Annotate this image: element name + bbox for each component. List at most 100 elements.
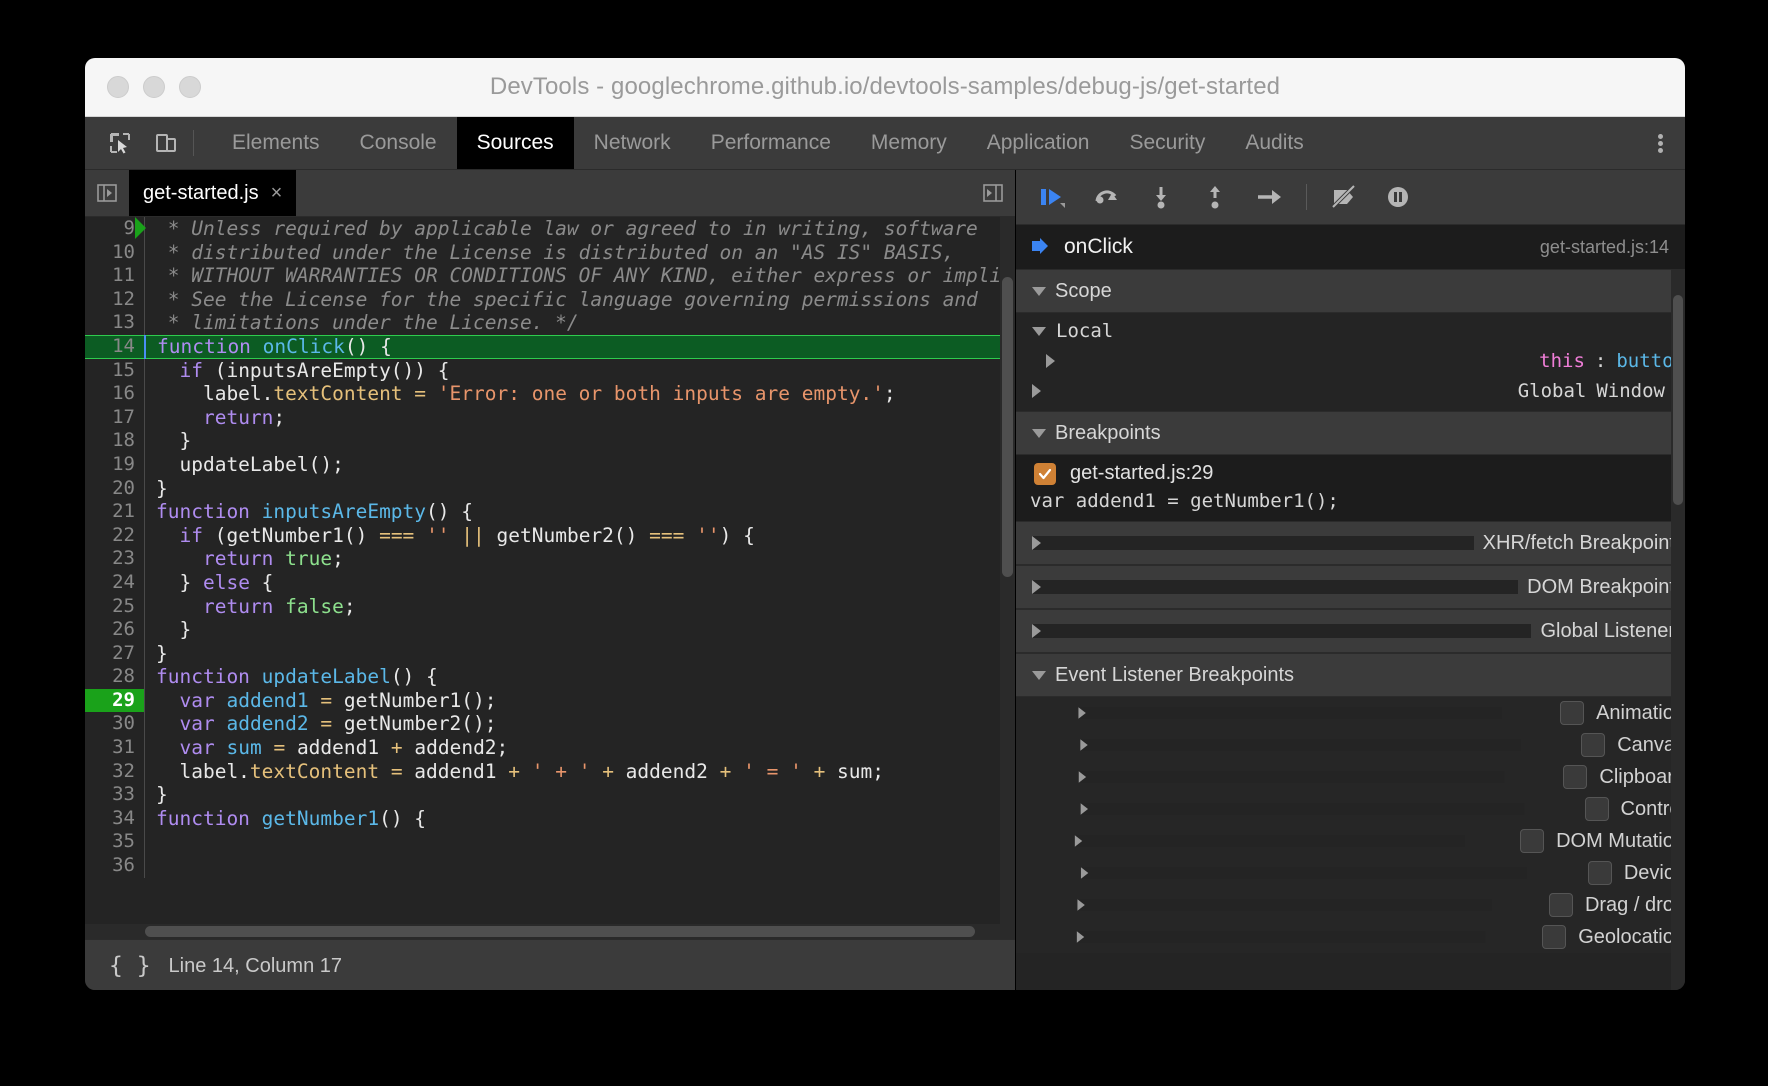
event-listener-breakpoint-row[interactable]: Animation [1016,697,1685,729]
code-line-content[interactable]: return; [144,406,1015,430]
line-number-gutter[interactable]: 24 [85,571,144,595]
event-listener-checkbox[interactable] [1588,861,1612,885]
scope-property-this[interactable]: this: button [1016,346,1685,376]
event-listener-breakpoint-row[interactable]: Geolocation [1016,921,1685,953]
step-into-next-function-call-button[interactable] [1136,175,1186,219]
maximize-window-button[interactable] [179,76,201,98]
code-line-content[interactable]: } [144,429,1015,453]
tab-elements[interactable]: Elements [212,117,340,169]
code-line-content[interactable]: function updateLabel() { [144,665,1015,689]
chevron-right-icon[interactable] [1046,354,1529,368]
device-toolbar-icon[interactable] [145,122,187,164]
event-listener-checkbox[interactable] [1563,765,1587,789]
code-line[interactable]: 22 if (getNumber1() === '' || getNumber2… [85,524,1015,548]
step-over-next-function-call-button[interactable] [1082,175,1132,219]
section-global-listeners[interactable]: Global Listeners [1016,609,1685,653]
code-line-content[interactable]: updateLabel(); [144,453,1015,477]
code-line[interactable]: 10 * distributed under the License is di… [85,241,1015,265]
step-button[interactable] [1244,175,1294,219]
line-number-gutter[interactable]: 36 [85,854,144,878]
event-listener-breakpoint-row[interactable]: Control [1016,793,1685,825]
line-number-gutter[interactable]: 19 [85,453,144,477]
code-line-content[interactable]: if (inputsAreEmpty()) { [144,359,1015,383]
event-listener-checkbox[interactable] [1542,925,1566,949]
code-line-content[interactable]: * See the License for the specific langu… [144,288,1015,312]
show-debugger-icon[interactable] [971,170,1015,216]
code-line-content[interactable]: function getNumber1() { [144,807,1015,831]
source-tab-get-started-js[interactable]: get-started.js × [129,170,296,216]
editor-horizontal-scrollbar[interactable] [85,924,1000,939]
line-number-gutter[interactable]: 32 [85,760,144,784]
code-line[interactable]: 14function onClick() { [85,335,1015,359]
chevron-right-icon[interactable] [1081,803,1524,814]
code-line-content[interactable]: * Unless required by applicable law or a… [144,217,1015,241]
chevron-right-icon[interactable] [1078,707,1501,718]
code-line[interactable]: 13 * limitations under the License. */ [85,311,1015,335]
code-line[interactable]: 23 return true; [85,547,1015,571]
code-line-content[interactable]: label.textContent = 'Error: one or both … [144,382,1015,406]
code-line-content[interactable]: var sum = addend1 + addend2; [144,736,1015,760]
event-listener-checkbox[interactable] [1585,797,1609,821]
code-line[interactable]: 25 return false; [85,595,1015,619]
code-line[interactable]: 31 var sum = addend1 + addend2; [85,736,1015,760]
code-line-content[interactable] [144,830,1015,854]
line-number-gutter[interactable]: 12 [85,288,144,312]
code-line-content[interactable]: return false; [144,595,1015,619]
code-line[interactable]: 12 * See the License for the specific la… [85,288,1015,312]
line-number-gutter[interactable]: 16 [85,382,144,406]
line-number-gutter[interactable]: 23 [85,547,144,571]
line-number-gutter[interactable]: 14 [85,335,144,359]
show-navigator-icon[interactable] [85,170,129,216]
event-listener-breakpoint-row[interactable]: Drag / drop [1016,889,1685,921]
minimize-window-button[interactable] [143,76,165,98]
line-number-gutter[interactable]: 27 [85,642,144,666]
line-number-gutter[interactable]: 28 [85,665,144,689]
line-number-gutter[interactable]: 13 [85,311,144,335]
code-line-content[interactable]: } [144,618,1015,642]
code-line[interactable]: 29 var addend1 = getNumber1(); [85,689,1015,713]
editor-horizontal-scroll-thumb[interactable] [145,926,975,937]
line-number-gutter[interactable]: 33 [85,783,144,807]
code-line[interactable]: 32 label.textContent = addend1 + ' + ' +… [85,760,1015,784]
close-icon[interactable]: × [271,183,283,203]
section-breakpoints[interactable]: Breakpoints [1016,411,1685,455]
line-number-gutter[interactable]: 25 [85,595,144,619]
tab-memory[interactable]: Memory [851,117,967,169]
chevron-right-icon[interactable] [1080,739,1520,750]
scope-group-global[interactable]: Global Window [1016,376,1685,406]
chevron-right-icon[interactable] [1079,771,1505,782]
code-line[interactable]: 26 } [85,618,1015,642]
code-line[interactable]: 16 label.textContent = 'Error: one or bo… [85,382,1015,406]
tab-performance[interactable]: Performance [691,117,851,169]
line-number-gutter[interactable]: 26 [85,618,144,642]
code-line-content[interactable]: var addend1 = getNumber1(); [144,689,1015,713]
section-dom-breakpoints[interactable]: DOM Breakpoints [1016,565,1685,609]
event-listener-breakpoint-row[interactable]: Device [1016,857,1685,889]
code-line[interactable]: 11 * WITHOUT WARRANTIES OR CONDITIONS OF… [85,264,1015,288]
tab-audits[interactable]: Audits [1225,117,1323,169]
line-number-gutter[interactable]: 21 [85,500,144,524]
tab-network[interactable]: Network [574,117,691,169]
code-line[interactable]: 27} [85,642,1015,666]
event-listener-checkbox[interactable] [1560,701,1584,725]
line-number-gutter[interactable]: 18 [85,429,144,453]
code-line-content[interactable]: } [144,642,1015,666]
code-line[interactable]: 35 [85,830,1015,854]
code-line-content[interactable]: } [144,783,1015,807]
code-line-content[interactable]: * WITHOUT WARRANTIES OR CONDITIONS OF AN… [144,264,1015,288]
event-listener-breakpoint-row[interactable]: Canvas [1016,729,1685,761]
section-xhr-fetch-breakpoints[interactable]: XHR/fetch Breakpoints [1016,521,1685,565]
pause-on-exceptions-button[interactable] [1373,175,1423,219]
code-line[interactable]: 21function inputsAreEmpty() { [85,500,1015,524]
sidebar-scroll-thumb[interactable] [1673,295,1683,505]
event-listener-breakpoint-row[interactable]: DOM Mutation [1016,825,1685,857]
call-stack-frame-onclick[interactable]: onClick get-started.js:14 [1016,225,1685,269]
event-listener-checkbox[interactable] [1520,829,1544,853]
code-line[interactable]: 17 return; [85,406,1015,430]
line-number-gutter[interactable]: 22 [85,524,144,548]
code-line-content[interactable]: } else { [144,571,1015,595]
code-line[interactable]: 24 } else { [85,571,1015,595]
code-line-content[interactable]: * distributed under the License is distr… [144,241,1015,265]
window-controls[interactable] [85,76,201,98]
code-line[interactable]: 30 var addend2 = getNumber2(); [85,712,1015,736]
